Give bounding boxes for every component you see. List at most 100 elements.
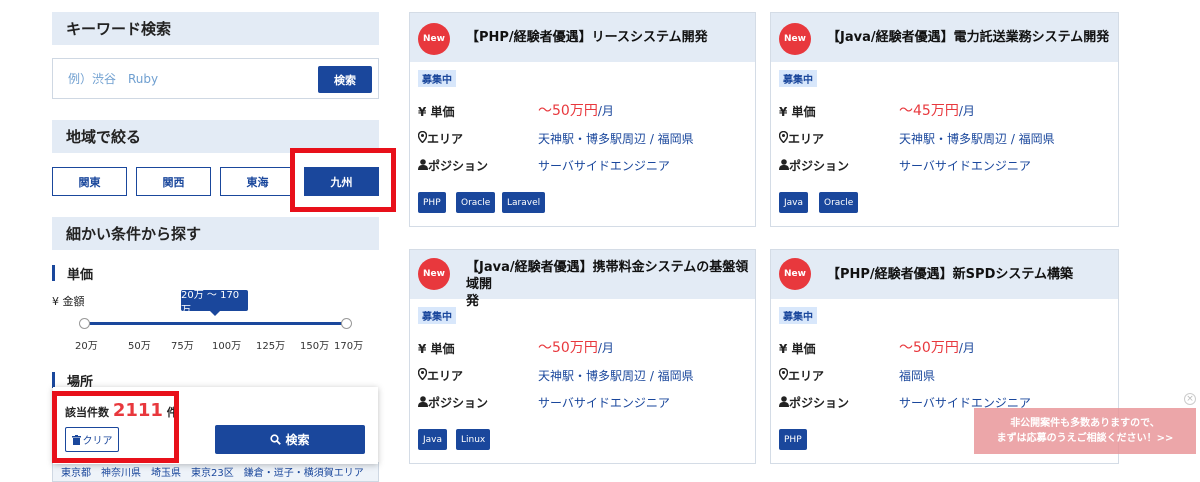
price-tick-label: 150万: [300, 341, 330, 352]
price-tick-label: 100万: [212, 341, 242, 352]
user-icon: [418, 396, 428, 407]
banner-line: まずは応募のうえご相談ください！>>: [996, 433, 1174, 444]
area-label: エリア: [427, 132, 464, 146]
banner-line: 非公開案件も多数ありますので、: [1010, 418, 1160, 429]
area-value[interactable]: 福岡県: [899, 367, 935, 384]
region-button-kanto[interactable]: 関東: [52, 167, 127, 196]
area-row-label: エリア: [778, 367, 825, 384]
open-tag: 募集中: [418, 307, 456, 324]
position-value[interactable]: サーバサイドエンジニア: [538, 394, 670, 411]
position-row-label: ポジション: [418, 394, 488, 411]
price-row-label: ¥ 単価: [418, 342, 455, 356]
area-label: エリア: [427, 369, 464, 383]
position-label: ポジション: [428, 396, 489, 410]
map-pin-icon: [417, 130, 428, 144]
job-card-header: New 【PHP/経験者優遇】新SPDシステム構築: [771, 250, 1118, 299]
price-subheading-label: 単価: [67, 267, 94, 283]
position-label: ポジション: [428, 159, 489, 173]
job-title[interactable]: 【Java/経験者優遇】電力託送業務システム開発: [827, 29, 1109, 46]
detail-filter-title: 細かい条件から探す: [66, 225, 202, 243]
price-slider-track[interactable]: [84, 322, 347, 325]
highlight-frame-result: [52, 391, 179, 463]
area-row-label: エリア: [417, 367, 464, 384]
result-search-button[interactable]: 検索: [215, 425, 365, 454]
job-title-line: 発: [466, 294, 480, 309]
detail-filter-heading: 細かい条件から探す: [52, 217, 379, 250]
price-tick-label: 170万: [334, 341, 364, 352]
region-button-kansai[interactable]: 関西: [136, 167, 211, 196]
user-icon: [418, 159, 428, 170]
area-row-label: エリア: [778, 130, 825, 147]
job-card-header: New 【Java/経験者優遇】携帯料金システムの基盤領域開発: [410, 250, 755, 309]
highlight-frame-region: [290, 148, 396, 212]
price-unit: /月: [597, 341, 614, 355]
price-amount: 〜45万円: [899, 103, 959, 119]
position-row-label: ポジション: [418, 157, 488, 174]
price-tick-label: 125万: [256, 341, 286, 352]
price-slider-min-handle[interactable]: [79, 318, 90, 329]
open-tag: 募集中: [418, 70, 456, 87]
job-title[interactable]: 【Java/経験者優遇】携帯料金システムの基盤領域開発: [466, 259, 756, 310]
area-label: エリア: [788, 132, 825, 146]
user-icon: [779, 396, 789, 407]
consultation-banner[interactable]: 非公開案件も多数ありますので、 まずは応募のうえご相談ください！>>: [974, 408, 1196, 454]
keyword-search-input[interactable]: [66, 69, 306, 89]
map-pin-icon: [417, 367, 428, 381]
skill-tag[interactable]: Java: [779, 192, 809, 213]
new-badge: New: [779, 258, 811, 290]
new-badge: New: [418, 258, 450, 290]
position-value[interactable]: サーバサイドエンジニア: [538, 157, 670, 174]
user-icon: [779, 159, 789, 170]
job-title[interactable]: 【PHP/経験者優遇】新SPDシステム構築: [827, 266, 1073, 283]
price-subheading: 単価: [52, 264, 252, 283]
job-card[interactable]: New 【Java/経験者優遇】電力託送業務システム開発 募集中 ¥ 単価 〜4…: [770, 12, 1119, 227]
keyword-search-title: キーワード検索: [66, 20, 172, 38]
position-label: ポジション: [789, 159, 850, 173]
keyword-search-button[interactable]: 検索: [318, 66, 372, 93]
price-tick-label: 50万: [128, 341, 151, 352]
keyword-search-box: 検索: [52, 58, 379, 99]
close-icon[interactable]: ×: [1184, 393, 1196, 405]
skill-tag[interactable]: Linux: [456, 429, 491, 450]
region-button-tokai[interactable]: 東海: [220, 167, 295, 196]
price-value: 〜50万円/月: [538, 337, 614, 357]
job-title-line: 【Java/経験者優遇】携帯料金システムの基盤領域開: [466, 260, 749, 292]
skill-tag[interactable]: Oracle: [456, 192, 496, 213]
job-card-header: New 【PHP/経験者優遇】リースシステム開発: [410, 13, 755, 62]
area-row-label: エリア: [417, 130, 464, 147]
price-value: 〜50万円/月: [899, 337, 975, 357]
price-row-label: ¥ 単価: [418, 105, 455, 119]
area-value[interactable]: 天神駅・博多駅周辺 / 福岡県: [538, 367, 694, 384]
prefecture-strip[interactable]: 東京都 神奈川県 埼玉県 東京23区 鎌倉・逗子・横須賀エリア: [52, 462, 379, 482]
area-value[interactable]: 天神駅・博多駅周辺 / 福岡県: [899, 130, 1055, 147]
job-card[interactable]: New 【PHP/経験者優遇】リースシステム開発 募集中 ¥ 単価 〜50万円/…: [409, 12, 756, 227]
price-tick-label: 20万: [75, 341, 98, 352]
result-search-label: 検索: [285, 433, 310, 447]
price-slider-max-handle[interactable]: [341, 318, 352, 329]
price-row-label: ¥ 単価: [779, 105, 816, 119]
area-label: エリア: [788, 369, 825, 383]
price-range-tooltip: 20万 〜 170万: [181, 290, 248, 316]
new-badge: New: [418, 23, 450, 55]
open-tag: 募集中: [779, 307, 817, 324]
price-value: 〜45万円/月: [899, 100, 975, 120]
skill-tag[interactable]: PHP: [779, 429, 807, 450]
price-unit: /月: [958, 104, 975, 118]
skill-tag[interactable]: Java: [418, 429, 448, 450]
position-value[interactable]: サーバサイドエンジニア: [899, 157, 1031, 174]
job-title[interactable]: 【PHP/経験者優遇】リースシステム開発: [466, 29, 708, 46]
job-card[interactable]: New 【Java/経験者優遇】携帯料金システムの基盤領域開発 募集中 ¥ 単価…: [409, 249, 756, 464]
skill-tag[interactable]: Laravel: [502, 192, 546, 213]
map-pin-icon: [778, 130, 789, 144]
map-pin-icon: [778, 367, 789, 381]
skill-tag[interactable]: PHP: [418, 192, 446, 213]
price-amount-label: ¥ 金額: [52, 295, 85, 308]
position-label: ポジション: [789, 396, 850, 410]
price-unit: /月: [958, 341, 975, 355]
area-value[interactable]: 天神駅・博多駅周辺 / 福岡県: [538, 130, 694, 147]
subheading-bar: [52, 372, 55, 388]
search-icon: [270, 434, 282, 445]
price-amount: 〜50万円: [538, 103, 598, 119]
skill-tag[interactable]: Oracle: [819, 192, 859, 213]
open-tag: 募集中: [779, 70, 817, 87]
